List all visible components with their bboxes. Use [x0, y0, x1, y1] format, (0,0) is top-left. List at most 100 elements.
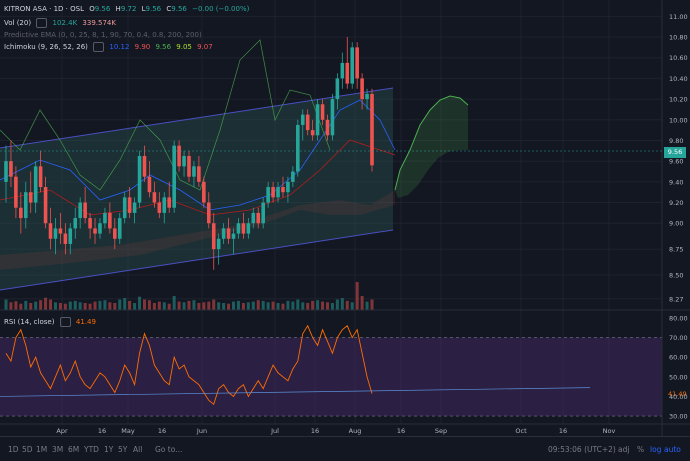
clock[interactable]: 09:53:06 (UTC+2) [548, 445, 616, 454]
volume-bar [113, 303, 117, 310]
ichimoku-label[interactable]: Ichimoku (9, 26, 52, 26) [4, 43, 88, 51]
candle-body [221, 228, 226, 239]
volume-bar [286, 300, 290, 310]
chart-canvas[interactable]: 41.49 11.00 10.80 10.60 10.40 10.20 10.00 9.80… [0, 0, 690, 436]
volume-label[interactable]: Vol (20) [4, 19, 31, 27]
volume-bar [321, 301, 325, 310]
auto-toggle[interactable]: auto [664, 445, 681, 454]
goto-button[interactable]: Go to... [155, 445, 182, 454]
eye-icon[interactable] [59, 317, 71, 327]
candle-body [157, 202, 162, 213]
adjust-toggle[interactable]: adj [618, 445, 629, 454]
timeframe-6m[interactable]: 6M [68, 445, 79, 454]
candle-body [345, 62, 350, 84]
volume-bar [14, 301, 18, 310]
price-tick-label: 8.50 [669, 271, 683, 279]
eye-icon[interactable] [93, 42, 105, 52]
candle-body [340, 62, 345, 79]
volume-bar [19, 303, 23, 310]
ichimoku-value-4: 9.05 [176, 43, 192, 51]
main-legend: KITRON ASA · 1D · OSL O9.56 H9.72 L9.56 … [4, 4, 252, 14]
candle-body [300, 114, 305, 125]
volume-bar [34, 301, 38, 310]
time-tick-label: Apr [56, 427, 68, 435]
volume-bar [217, 302, 221, 310]
volume-bar [276, 303, 280, 310]
candle-body [286, 181, 290, 193]
ema-label[interactable]: Predictive EMA (0, 0, 25, 8, 1, 90, 70, … [4, 31, 202, 39]
candle-body [43, 187, 48, 224]
rsi-tick-label: 80.00 [669, 314, 688, 322]
candle-body [132, 202, 137, 213]
candle-body [9, 161, 13, 177]
volume-bar [345, 300, 349, 310]
rsi-label[interactable]: RSI (14, close) [4, 318, 54, 326]
time-tick-label: Jun [196, 427, 207, 435]
eye-icon[interactable] [36, 18, 48, 28]
rsi-legend: RSI (14, close) 41.49 [4, 317, 99, 327]
volume-bar [335, 299, 339, 310]
bottom-toolbar: 1D 5D 1M 3M 6M YTD 1Y 5Y All Go to... 09… [0, 436, 690, 461]
candle-body [68, 228, 73, 244]
candle-body [147, 176, 152, 193]
candle-body [202, 181, 206, 203]
timeframe-5y[interactable]: 5Y [118, 445, 127, 454]
time-tick-label: Aug [349, 427, 362, 435]
volume-bar [187, 300, 191, 310]
candle-body [117, 218, 122, 239]
candle-body [113, 228, 117, 239]
ichimoku-value-5: 9.07 [197, 43, 213, 51]
candle-body [355, 47, 359, 79]
price-tick-label: 9.40 [669, 178, 683, 186]
candle-body [4, 161, 8, 182]
candle-body [108, 212, 112, 229]
rsi-value: 41.49 [75, 318, 96, 326]
timeframe-all[interactable]: All [133, 445, 142, 454]
time-tick-label: Jul [270, 427, 279, 435]
ichimoku-value-3: 9.56 [155, 43, 172, 51]
candle-body [162, 197, 167, 213]
volume-bar [78, 302, 82, 310]
volume-bar [24, 300, 28, 310]
candle-body [19, 207, 23, 219]
timeframe-ytd[interactable]: YTD [84, 445, 99, 454]
percent-toggle[interactable]: % [637, 445, 644, 454]
candle-body [177, 145, 181, 167]
volume-bar [212, 299, 216, 310]
time-tick-label: May [121, 427, 135, 435]
timeframe-3m[interactable]: 3M [52, 445, 63, 454]
timeframe-1y[interactable]: 1Y [104, 445, 113, 454]
volume-bar [29, 303, 33, 310]
candle-body [58, 228, 63, 234]
candle-body [370, 93, 374, 166]
timeframe-1m[interactable]: 1M [36, 445, 47, 454]
symbol-label[interactable]: KITRON ASA · 1D · OSL [4, 5, 84, 13]
candle-body [211, 223, 216, 250]
price-tick-label: 9.20 [669, 199, 683, 207]
candle-body [231, 233, 236, 239]
volume-bar [88, 303, 92, 310]
time-tick-label: Sep [435, 427, 447, 435]
candle-body [78, 202, 82, 219]
volume-bar [44, 297, 48, 310]
ichimoku-value-1: 10.12 [109, 43, 130, 51]
candle-body [291, 171, 295, 182]
volume-value-1: 102.4K [52, 19, 78, 27]
close-value: 9.56 [171, 5, 187, 13]
log-toggle[interactable]: log [650, 445, 661, 454]
price-tick-label: 10.80 [669, 34, 688, 42]
candle-body [38, 166, 43, 188]
volume-bar [108, 302, 112, 310]
time-tick-label: 16 [559, 427, 567, 435]
candle-body [167, 197, 172, 208]
candle-body [236, 223, 241, 234]
high-value: 9.72 [120, 5, 137, 13]
candle-body [330, 99, 335, 136]
last-price-tag: 9.56 [664, 147, 686, 158]
price-tick-label: 9.60 [669, 158, 683, 166]
timeframe-5d[interactable]: 5D [22, 445, 33, 454]
timeframe-1d[interactable]: 1D [8, 445, 19, 454]
price-tick-label: 10.00 [669, 116, 688, 124]
volume-bar [39, 300, 43, 310]
volume-bar [197, 303, 201, 310]
